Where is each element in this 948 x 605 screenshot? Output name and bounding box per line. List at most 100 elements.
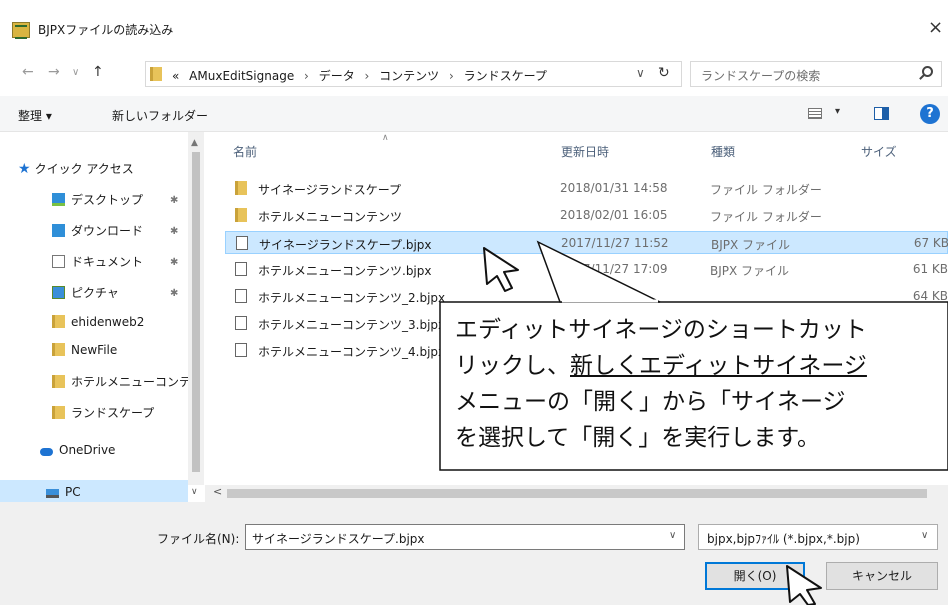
nav-label: ehidenweb2 (71, 315, 145, 329)
search-placeholder: ランドスケープの検索 (701, 69, 821, 83)
breadcrumb-item[interactable]: データ (319, 69, 355, 83)
view-options-icon[interactable] (808, 108, 822, 119)
file-type: BJPX ファイル (711, 238, 791, 252)
download-icon (52, 224, 65, 237)
search-icon[interactable] (922, 66, 933, 77)
scroll-up-icon[interactable]: ▲ (191, 138, 198, 148)
app-icon (12, 22, 30, 39)
nav-label: ホテルメニューコンテ (71, 375, 192, 389)
pin-icon[interactable]: ✱ (170, 226, 178, 237)
nav-label: ランドスケープ (71, 406, 155, 420)
nav-label: ピクチャ (71, 286, 119, 300)
nav-label: NewFile (71, 343, 118, 357)
file-type-filter[interactable]: bjpx,bjpﾌｧｲﾙ (*.bjpx,*.bjp) ∨ (698, 524, 938, 550)
pin-icon[interactable]: ✱ (170, 288, 178, 299)
file-size: 61 KB (912, 262, 948, 276)
view-dropdown-icon[interactable]: ▾ (835, 106, 840, 117)
close-icon[interactable]: × (928, 17, 943, 38)
scrollbar-thumb[interactable] (192, 152, 200, 472)
quick-access-item[interactable]: ★ クイック アクセス (18, 160, 134, 177)
nav-item-folder[interactable]: ランドスケープ (52, 404, 154, 421)
cancel-button[interactable]: キャンセル (826, 562, 938, 590)
folder-icon (52, 343, 65, 356)
new-folder-button[interactable]: 新しいフォルダー (112, 107, 208, 124)
scroll-down-icon[interactable]: ∨ (191, 487, 198, 497)
callout-underlined: 新しくエディットサイネージ (570, 353, 867, 379)
file-icon (235, 289, 247, 303)
file-name: ホテルメニューコンテンツ_2.bjpx (258, 291, 446, 305)
nav-item-downloads[interactable]: ダウンロード (52, 222, 143, 239)
column-header-type[interactable]: 種類 (711, 143, 735, 160)
document-icon (52, 255, 65, 268)
breadcrumb: « AMuxEditSignage › データ › コンテンツ › ランドスケー… (172, 67, 547, 84)
file-row[interactable]: ホテルメニューコンテンツ_2.bjpx 64 KB (225, 285, 948, 308)
filter-value: bjpx,bjpﾌｧｲﾙ (*.bjpx,*.bjp) (707, 532, 860, 546)
breadcrumb-separator[interactable]: › (304, 69, 309, 83)
filename-input[interactable]: サイネージランドスケープ.bjpx ∨ (245, 524, 685, 550)
file-row-selected[interactable]: サイネージランドスケープ.bjpx 2017/11/27 11:52 BJPX … (225, 231, 948, 254)
open-button[interactable]: 開く(O) (705, 562, 805, 590)
desktop-icon (52, 193, 65, 206)
nav-item-folder[interactable]: ホテルメニューコンテ (52, 373, 192, 390)
organize-button[interactable]: 整理 ▾ (18, 107, 52, 124)
back-arrow-icon[interactable]: ← (22, 64, 34, 80)
horizontal-scrollbar[interactable]: < (205, 485, 948, 502)
search-input[interactable]: ランドスケープの検索 (690, 61, 942, 87)
callout-text: エディットサイネージのショートカット リックし、新しくエディットサイネージ メニ… (455, 312, 948, 462)
breadcrumb-item[interactable]: コンテンツ (379, 69, 439, 83)
folder-icon (235, 208, 247, 222)
pin-icon[interactable]: ✱ (170, 257, 178, 268)
breadcrumb-overflow[interactable]: « (172, 69, 179, 83)
refresh-icon[interactable]: ↻ (658, 65, 670, 81)
filename-label: ファイル名(N): (157, 532, 240, 546)
help-icon[interactable]: ? (920, 104, 940, 124)
nav-item-desktop[interactable]: デスクトップ (52, 191, 143, 208)
title-bar: BJPXファイルの読み込み × (0, 0, 948, 62)
preview-pane-icon[interactable] (874, 107, 889, 120)
nav-item-pictures[interactable]: ピクチャ (52, 284, 119, 301)
file-row[interactable]: サイネージランドスケープ 2018/01/31 14:58 ファイル フォルダー (225, 177, 948, 200)
chevron-down-icon[interactable]: ∨ (669, 530, 676, 541)
file-name: サイネージランドスケープ.bjpx (259, 238, 432, 252)
breadcrumb-item[interactable]: AMuxEditSignage (189, 69, 294, 83)
chevron-down-icon[interactable]: ∨ (921, 530, 928, 541)
callout-line: メニューの「開く」から「サイネージ (455, 389, 846, 415)
file-date: 2017/11/27 17:09 (560, 262, 668, 276)
folder-icon (235, 181, 247, 195)
folder-icon (52, 315, 65, 328)
file-date: 2017/11/27 11:52 (561, 236, 669, 250)
up-arrow-icon[interactable]: ↑ (92, 64, 104, 80)
nav-label: デスクトップ (71, 193, 144, 207)
file-name: サイネージランドスケープ (258, 183, 402, 197)
scroll-left-icon[interactable]: < (213, 485, 222, 498)
file-name: ホテルメニューコンテンツ.bjpx (258, 264, 432, 278)
breadcrumb-item[interactable]: ランドスケープ (464, 69, 547, 83)
nav-scrollbar[interactable]: ▲ (188, 132, 204, 485)
callout-line: を選択して「開く」を実行します。 (455, 425, 821, 451)
file-date: 2018/01/31 14:58 (560, 181, 668, 195)
nav-item-pc[interactable] (0, 480, 188, 504)
navigation-pane (0, 132, 205, 485)
nav-item-folder[interactable]: NewFile (52, 343, 117, 357)
pin-icon[interactable]: ✱ (170, 195, 178, 206)
chevron-down-icon[interactable]: ∨ (636, 66, 645, 80)
column-header-name[interactable]: 名前 (233, 143, 257, 160)
address-bar[interactable]: « AMuxEditSignage › データ › コンテンツ › ランドスケー… (145, 61, 682, 87)
file-name: ホテルメニューコンテンツ_3.bjpx (258, 318, 446, 332)
file-type: ファイル フォルダー (710, 210, 822, 224)
file-row[interactable]: ホテルメニューコンテンツ 2018/02/01 16:05 ファイル フォルダー (225, 204, 948, 227)
nav-item-onedrive[interactable]: OneDrive (40, 443, 115, 457)
breadcrumb-separator[interactable]: › (449, 69, 454, 83)
file-row[interactable]: ホテルメニューコンテンツ.bjpx 2017/11/27 17:09 BJPX … (225, 258, 948, 281)
nav-item-folder[interactable]: ehidenweb2 (52, 315, 144, 329)
file-icon (235, 262, 247, 276)
file-icon (235, 343, 247, 357)
nav-item-pc-label[interactable]: PC (46, 485, 81, 499)
breadcrumb-separator[interactable]: › (365, 69, 370, 83)
forward-arrow-icon[interactable]: → (48, 64, 60, 80)
nav-item-documents[interactable]: ドキュメント (52, 253, 143, 270)
recent-locations-icon[interactable]: ∨ (72, 67, 79, 78)
column-header-modified[interactable]: 更新日時 (561, 143, 609, 160)
column-header-size[interactable]: サイズ (861, 143, 897, 160)
scrollbar-thumb[interactable] (227, 489, 927, 498)
